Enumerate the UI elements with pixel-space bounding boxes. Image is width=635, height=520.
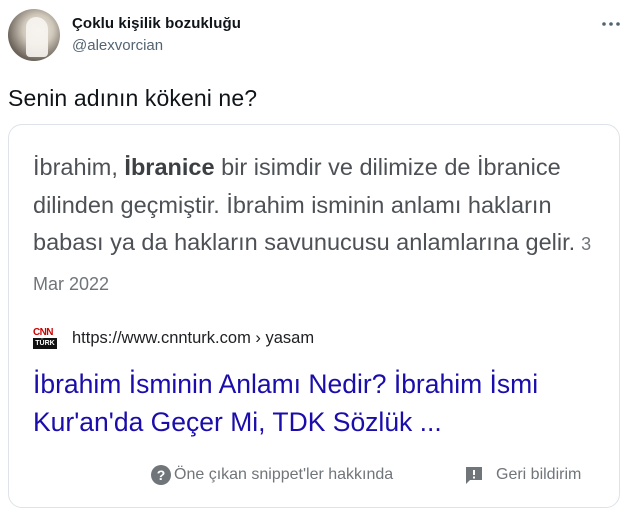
featured-snippet: İbrahim, İbranice bir isimdir ve dilimiz… — [33, 149, 593, 303]
avatar[interactable] — [8, 9, 60, 61]
logo-top-text: CNN — [33, 327, 53, 338]
author-handle[interactable]: @alexvorcian — [72, 37, 163, 54]
author-display-name[interactable]: Çoklu kişilik bozukluğu — [72, 15, 241, 32]
snippet-bold: İbranice — [124, 154, 215, 180]
snippet-lead: İbrahim, — [33, 154, 125, 180]
source-url[interactable]: https://www.cnnturk.com › yasam — [72, 329, 314, 348]
logo-bottom-text: TÜRK — [33, 338, 57, 349]
tweet-text: Senin adının kökeni ne? — [8, 85, 258, 111]
more-icon — [602, 22, 620, 26]
source-row[interactable]: CNN TÜRK https://www.cnnturk.com › yasam — [33, 327, 314, 349]
more-options-button[interactable] — [598, 16, 624, 32]
feedback-link[interactable]: Geri bildirim — [464, 465, 581, 485]
help-icon: ? — [151, 465, 171, 485]
search-result-card: İbrahim, İbranice bir isimdir ve dilimiz… — [8, 124, 620, 508]
cnnturk-logo: CNN TÜRK — [33, 327, 57, 349]
avatar-figure — [26, 17, 48, 57]
card-footer: ? Öne çıkan snippet'ler hakkında Geri bi… — [9, 461, 619, 491]
about-snippets-label: Öne çıkan snippet'ler hakkında — [174, 466, 394, 483]
result-title-link[interactable]: İbrahim İsminin Anlamı Nedir? İbrahim İs… — [33, 365, 593, 441]
about-snippets-link[interactable]: ? Öne çıkan snippet'ler hakkında — [151, 465, 393, 485]
feedback-label: Geri bildirim — [496, 466, 582, 483]
feedback-icon — [466, 467, 482, 484]
